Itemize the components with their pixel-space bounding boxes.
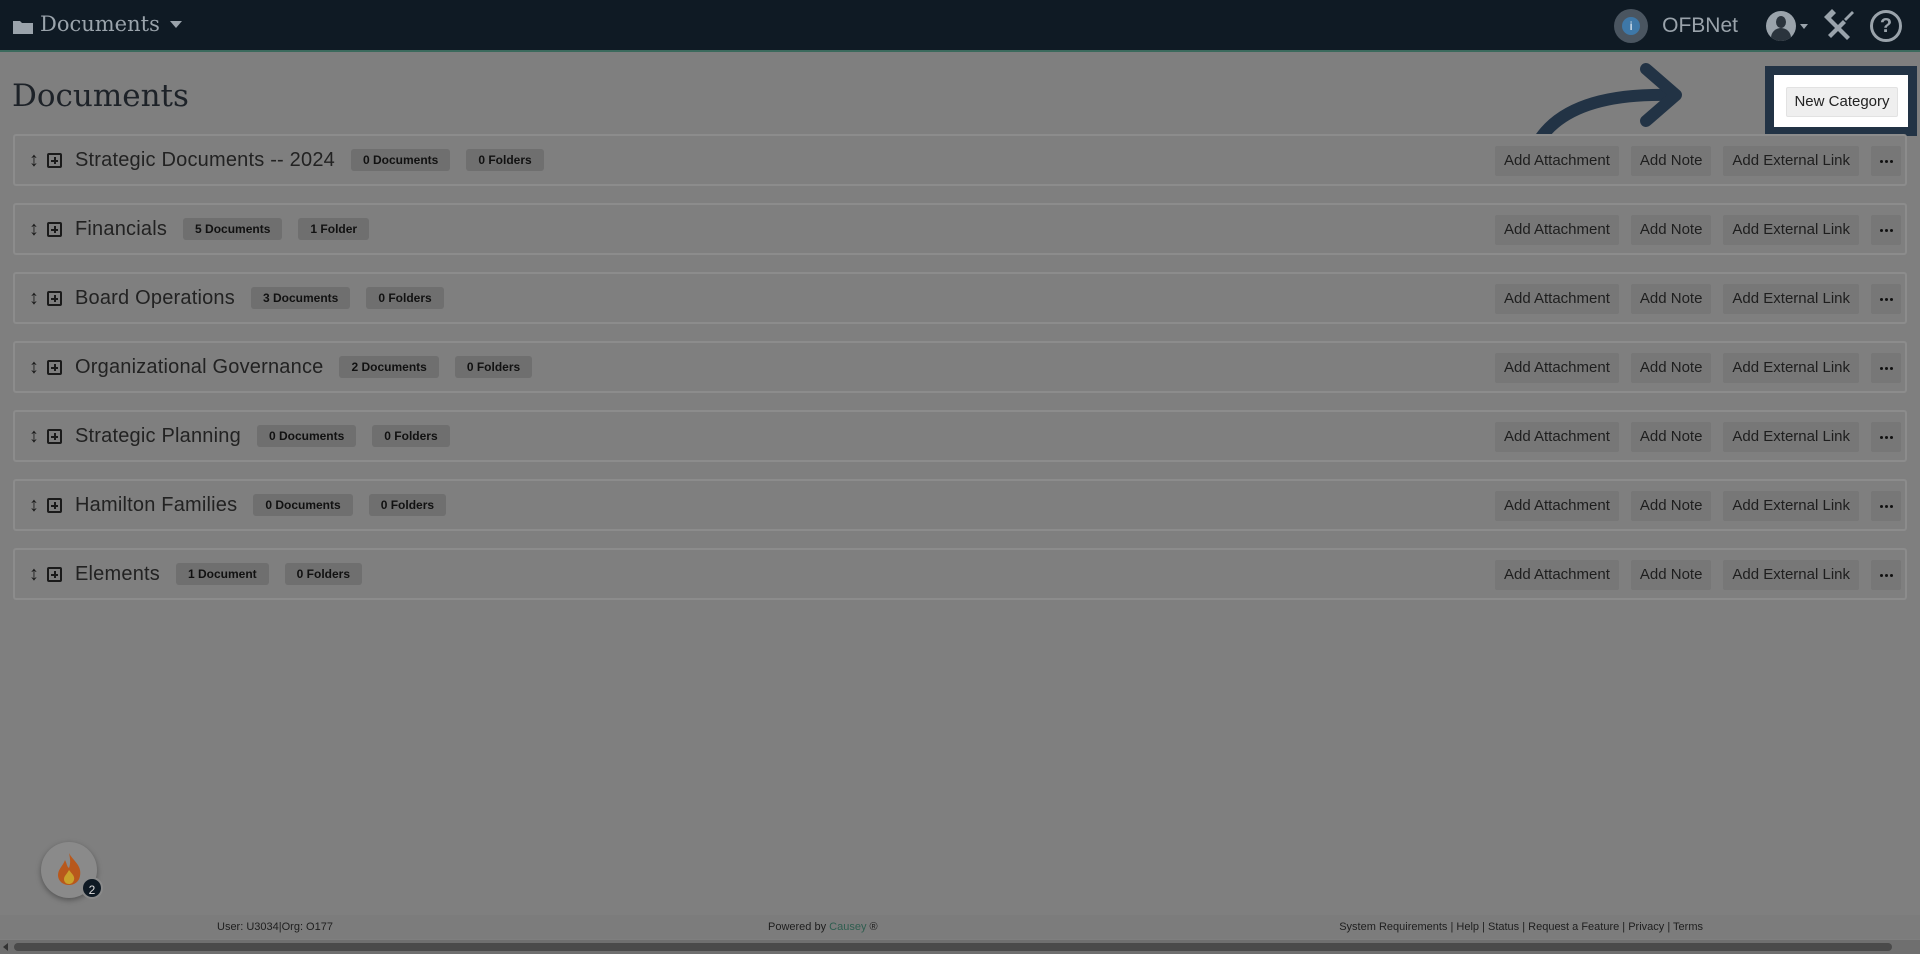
more-options-icon[interactable] <box>1871 146 1901 176</box>
add-external-link-button[interactable]: Add External Link <box>1723 560 1859 590</box>
more-options-icon[interactable] <box>1871 422 1901 452</box>
more-options-icon[interactable] <box>1871 560 1901 590</box>
drag-handle-icon[interactable]: ↕ <box>27 218 41 241</box>
category-row[interactable]: ↕ Organizational Governance 2 Documents … <box>13 341 1907 393</box>
documents-menu[interactable]: Documents <box>12 12 182 36</box>
add-external-link-button[interactable]: Add External Link <box>1723 422 1859 452</box>
user-menu-caret-icon[interactable] <box>1800 23 1808 29</box>
category-row[interactable]: ↕ Elements 1 Document 0 Folders Add Atta… <box>13 548 1907 600</box>
add-external-link-button[interactable]: Add External Link <box>1723 284 1859 314</box>
drag-handle-icon[interactable]: ↕ <box>27 149 41 172</box>
add-note-button[interactable]: Add Note <box>1630 353 1712 383</box>
footer: User: U3034|Org: O177 Powered by Causey … <box>0 915 1920 939</box>
add-note-button[interactable]: Add Note <box>1630 491 1712 521</box>
documents-count-badge: 0 Documents <box>253 494 353 516</box>
notification-count-badge: 2 <box>81 877 103 899</box>
flame-icon <box>58 853 81 885</box>
expand-icon[interactable] <box>47 152 62 168</box>
org-info-glyph: i <box>1622 17 1641 35</box>
drag-handle-icon[interactable]: ↕ <box>27 356 41 379</box>
documents-count-badge: 0 Documents <box>256 425 357 447</box>
category-name[interactable]: Hamilton Families <box>75 494 237 517</box>
user-avatar-icon[interactable] <box>1766 11 1796 41</box>
horizontal-scrollbar[interactable] <box>0 940 1920 954</box>
add-note-button[interactable]: Add Note <box>1630 215 1712 245</box>
scrollbar-thumb[interactable] <box>14 943 1892 951</box>
add-note-button[interactable]: Add Note <box>1630 146 1712 176</box>
add-external-link-button[interactable]: Add External Link <box>1723 215 1859 245</box>
folders-count-badge: 1 Folder <box>298 218 370 240</box>
drag-handle-icon[interactable]: ↕ <box>27 563 41 586</box>
expand-icon[interactable] <box>47 428 62 444</box>
drag-handle-icon[interactable]: ↕ <box>27 287 41 310</box>
category-name[interactable]: Financials <box>75 218 167 241</box>
documents-menu-label: Documents <box>40 12 160 36</box>
drag-handle-icon[interactable]: ↕ <box>27 494 41 517</box>
documents-count-badge: 1 Document <box>175 563 269 585</box>
documents-count-badge: 5 Documents <box>183 218 283 240</box>
add-attachment-button[interactable]: Add Attachment <box>1494 215 1619 245</box>
add-attachment-button[interactable]: Add Attachment <box>1494 560 1619 590</box>
causey-link[interactable]: Causey <box>829 921 866 933</box>
documents-count-badge: 3 Documents <box>250 287 351 309</box>
top-navbar: Documents i OFBNet ? <box>0 0 1920 52</box>
new-category-button[interactable]: New Category <box>1786 87 1898 117</box>
powered-by-suffix: ® <box>869 921 878 933</box>
help-icon[interactable]: ? <box>1870 10 1902 42</box>
add-attachment-button[interactable]: Add Attachment <box>1494 491 1619 521</box>
user-info: User: U3034|Org: O177 <box>217 921 333 933</box>
org-name[interactable]: OFBNet <box>1662 14 1738 38</box>
folders-count-badge: 0 Folders <box>466 149 544 171</box>
folders-count-badge: 0 Folders <box>368 494 447 516</box>
caret-down-icon <box>169 20 182 28</box>
add-note-button[interactable]: Add Note <box>1630 284 1712 314</box>
folders-count-badge: 0 Folders <box>366 287 444 309</box>
powered-by-prefix: Powered by <box>768 921 827 933</box>
expand-icon[interactable] <box>47 359 62 375</box>
folders-count-badge: 0 Folders <box>372 425 450 447</box>
more-options-icon[interactable] <box>1871 284 1901 314</box>
add-note-button[interactable]: Add Note <box>1630 560 1712 590</box>
more-options-icon[interactable] <box>1871 215 1901 245</box>
add-attachment-button[interactable]: Add Attachment <box>1494 284 1619 314</box>
category-row[interactable]: ↕ Strategic Documents -- 2024 0 Document… <box>13 134 1907 186</box>
footer-links[interactable]: System Requirements | Help | Status | Re… <box>1339 921 1703 933</box>
documents-count-badge: 0 Documents <box>350 149 451 171</box>
documents-count-badge: 2 Documents <box>339 356 439 378</box>
page-title: Documents <box>12 78 189 114</box>
folders-count-badge: 0 Folders <box>284 563 363 585</box>
tools-icon[interactable] <box>1822 7 1856 46</box>
drag-handle-icon[interactable]: ↕ <box>27 425 41 448</box>
powered-by: Powered by Causey ® <box>768 921 878 933</box>
expand-icon[interactable] <box>47 566 62 582</box>
category-row[interactable]: ↕ Financials 5 Documents 1 Folder Add At… <box>13 203 1907 255</box>
add-external-link-button[interactable]: Add External Link <box>1723 491 1859 521</box>
category-list: ↕ Strategic Documents -- 2024 0 Document… <box>13 134 1907 617</box>
category-name[interactable]: Board Operations <box>75 287 235 310</box>
category-row[interactable]: ↕ Hamilton Families 0 Documents 0 Folder… <box>13 479 1907 531</box>
more-options-icon[interactable] <box>1871 491 1901 521</box>
add-note-button[interactable]: Add Note <box>1630 422 1712 452</box>
category-name[interactable]: Organizational Governance <box>75 356 323 379</box>
navbar-right: i OFBNet ? <box>1614 8 1902 44</box>
org-info-icon[interactable]: i <box>1614 9 1649 43</box>
expand-icon[interactable] <box>47 221 62 237</box>
add-attachment-button[interactable]: Add Attachment <box>1494 146 1619 176</box>
category-row[interactable]: ↕ Board Operations 3 Documents 0 Folders… <box>13 272 1907 324</box>
category-name[interactable]: Strategic Planning <box>75 425 241 448</box>
expand-icon[interactable] <box>47 497 62 513</box>
more-options-icon[interactable] <box>1871 353 1901 383</box>
category-name[interactable]: Elements <box>75 563 160 586</box>
add-external-link-button[interactable]: Add External Link <box>1723 353 1859 383</box>
folder-icon <box>12 16 34 34</box>
category-name[interactable]: Strategic Documents -- 2024 <box>75 149 335 172</box>
add-attachment-button[interactable]: Add Attachment <box>1494 353 1619 383</box>
scroll-left-icon[interactable] <box>3 943 8 951</box>
expand-icon[interactable] <box>47 290 62 306</box>
folders-count-badge: 0 Folders <box>454 356 533 378</box>
add-external-link-button[interactable]: Add External Link <box>1723 146 1859 176</box>
add-attachment-button[interactable]: Add Attachment <box>1494 422 1619 452</box>
category-row[interactable]: ↕ Strategic Planning 0 Documents 0 Folde… <box>13 410 1907 462</box>
